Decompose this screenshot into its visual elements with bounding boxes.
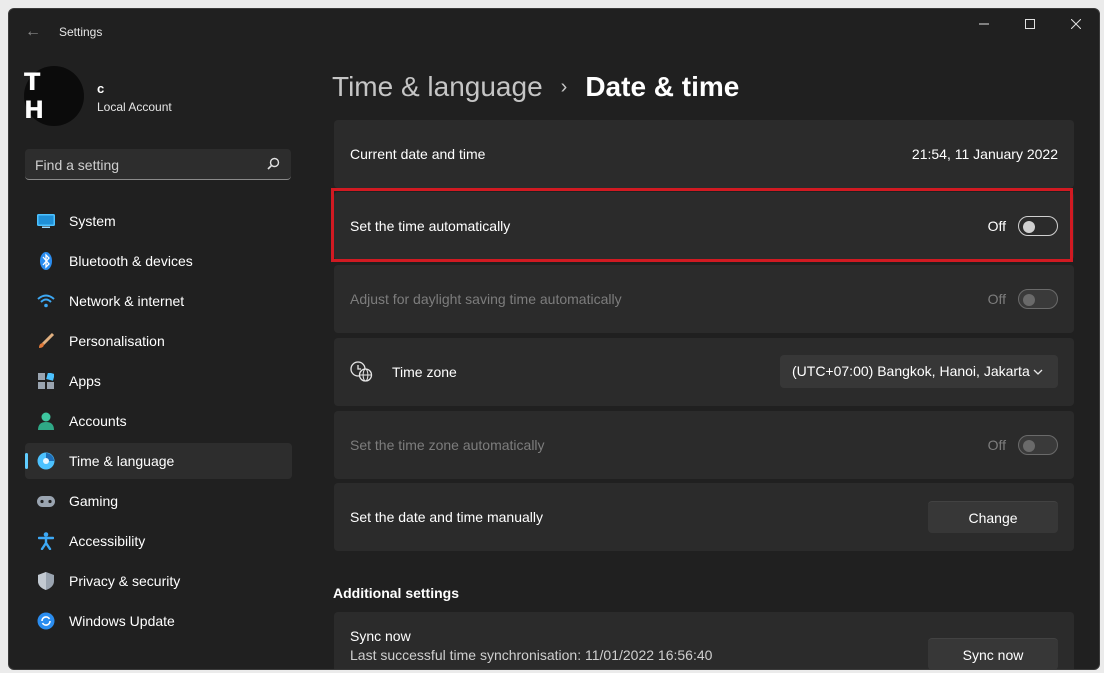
time-zone-card: Time zone (UTC+07:00) Bangkok, Hanoi, Ja… (334, 338, 1074, 406)
sidebar-item-accessibility[interactable]: Accessibility (25, 523, 292, 559)
sidebar-item-system[interactable]: System (25, 203, 292, 239)
daylight-saving-toggle (1018, 289, 1058, 309)
auto-timezone-toggle-group: Off (988, 435, 1058, 455)
sidebar-item-label: Bluetooth & devices (69, 253, 193, 269)
sidebar-item-label: System (69, 213, 116, 229)
current-datetime-label: Current date and time (350, 146, 486, 162)
time-zone-icon (350, 361, 373, 382)
toggle-knob (1023, 294, 1035, 306)
maximize-icon (1025, 19, 1035, 29)
daylight-saving-toggle-group: Off (988, 289, 1058, 309)
search-icon[interactable] (265, 156, 281, 172)
update-icon (37, 612, 55, 630)
brush-icon (37, 332, 55, 350)
auto-timezone-label: Set the time zone automatically (350, 437, 545, 453)
title-bar: ← Settings (9, 9, 1099, 55)
page-title: Date & time (585, 71, 740, 102)
breadcrumb-parent[interactable]: Time & language (332, 71, 543, 103)
manual-datetime-card: Set the date and time manually Change (334, 483, 1074, 551)
sidebar-item-personalisation[interactable]: Personalisation (25, 323, 292, 359)
highlight-box (331, 188, 1073, 262)
wifi-icon (37, 292, 55, 310)
time-zone-value: (UTC+07:00) Bangkok, Hanoi, Jakarta (792, 363, 1030, 379)
auto-timezone-state: Off (987, 437, 1006, 453)
profile-name: c (97, 81, 105, 96)
sidebar-item-bluetooth[interactable]: Bluetooth & devices (25, 243, 292, 279)
time-zone-dropdown[interactable]: (UTC+07:00) Bangkok, Hanoi, Jakarta (780, 355, 1058, 388)
sidebar-item-time-language[interactable]: Time & language (25, 443, 292, 479)
search-placeholder: Find a setting (35, 157, 120, 173)
chevron-down-icon (1033, 369, 1043, 375)
sidebar-item-privacy[interactable]: Privacy & security (25, 563, 292, 599)
bluetooth-icon (37, 252, 55, 270)
sidebar-item-apps[interactable]: Apps (25, 363, 292, 399)
additional-settings-title: Additional settings (333, 585, 459, 601)
profile[interactable]: T H c Local Account (24, 66, 294, 126)
accessibility-icon (37, 532, 55, 550)
sidebar-item-network[interactable]: Network & internet (25, 283, 292, 319)
window-controls (961, 9, 1099, 39)
sync-card: Sync now Last successful time synchronis… (334, 612, 1074, 669)
manual-datetime-label: Set the date and time manually (350, 509, 544, 525)
minimize-icon (979, 23, 989, 25)
breadcrumb-separator: › (560, 75, 568, 98)
current-datetime-value: 21:54, 11 January 2022 (911, 146, 1058, 162)
apps-icon (37, 372, 55, 390)
time-zone-label: Time zone (392, 364, 457, 380)
person-icon (37, 412, 55, 430)
daylight-saving-label: Adjust for daylight saving time automati… (350, 291, 622, 307)
profile-account-type: Local Account (97, 100, 172, 114)
sidebar-item-label: Accounts (69, 413, 127, 429)
sidebar-item-label: Time & language (69, 453, 175, 469)
search-input[interactable]: Find a setting (25, 149, 291, 180)
sync-detail: Last successful time synchronisation: 11… (350, 647, 713, 663)
sidebar-item-label: Gaming (69, 493, 119, 509)
toggle-knob (1023, 440, 1035, 452)
clock-globe-icon (37, 452, 55, 470)
avatar: T H (24, 66, 84, 126)
sidebar-item-gaming[interactable]: Gaming (25, 483, 292, 519)
current-datetime-card: Current date and time 21:54, 11 January … (334, 120, 1074, 188)
shield-icon (37, 572, 55, 590)
monitor-icon (37, 212, 55, 230)
sidebar-item-label: Accessibility (69, 533, 146, 549)
sidebar-item-accounts[interactable]: Accounts (25, 403, 292, 439)
auto-timezone-toggle (1018, 435, 1058, 455)
close-button[interactable] (1053, 9, 1099, 39)
sidebar-item-label: Personalisation (69, 333, 165, 349)
daylight-saving-state: Off (987, 291, 1006, 307)
app-title: Settings (59, 25, 103, 39)
gamepad-icon (37, 492, 55, 510)
daylight-saving-card: Adjust for daylight saving time automati… (334, 265, 1074, 333)
maximize-button[interactable] (1007, 9, 1053, 39)
sync-label: Sync now (350, 628, 411, 644)
close-icon (1071, 19, 1081, 29)
change-button[interactable]: Change (928, 501, 1058, 533)
breadcrumb: Time & language › Date & time (332, 67, 739, 107)
sidebar-item-label: Apps (69, 373, 101, 389)
sidebar-nav: System Bluetooth & devices Network & int… (25, 203, 292, 643)
sidebar-item-label: Privacy & security (69, 573, 181, 589)
sidebar-item-label: Network & internet (69, 293, 185, 309)
settings-window: ← Settings T H c Local Account Find a se… (8, 8, 1100, 670)
sync-now-button[interactable]: Sync now (928, 638, 1058, 669)
sidebar-item-windows-update[interactable]: Windows Update (25, 603, 292, 639)
sidebar-item-label: Windows Update (69, 613, 175, 629)
minimize-button[interactable] (961, 9, 1007, 39)
back-arrow-icon[interactable]: ← (23, 22, 43, 42)
auto-timezone-card: Set the time zone automatically Off (334, 411, 1074, 479)
